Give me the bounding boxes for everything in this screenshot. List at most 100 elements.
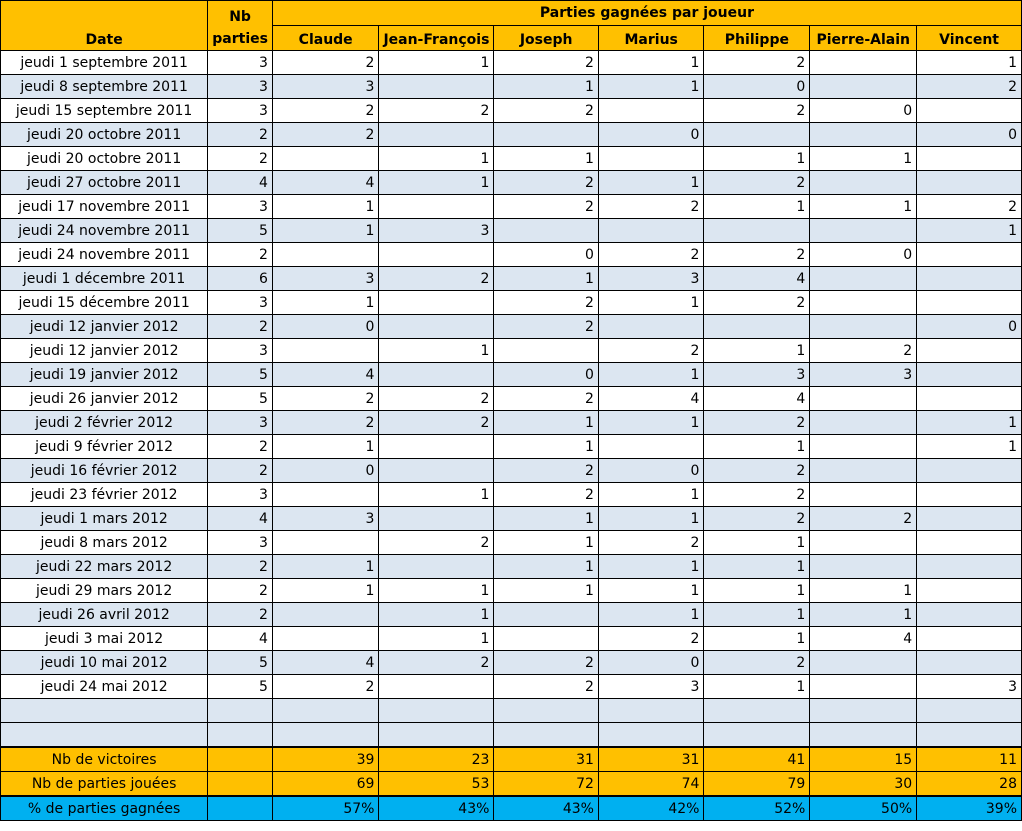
date-cell[interactable]: jeudi 26 avril 2012 <box>0 602 209 627</box>
score-cell[interactable]: 1 <box>597 506 705 531</box>
score-cell[interactable] <box>916 290 1022 315</box>
score-cell[interactable] <box>493 602 599 627</box>
score-cell[interactable]: 2 <box>703 458 811 483</box>
score-cell[interactable] <box>271 338 380 363</box>
score-cell[interactable]: 2 <box>271 98 380 123</box>
score-cell[interactable] <box>271 602 380 627</box>
score-cell[interactable] <box>809 122 918 147</box>
score-cell[interactable] <box>378 506 495 531</box>
victoires-cell[interactable]: 31 <box>493 746 599 772</box>
date-cell[interactable]: jeudi 24 novembre 2011 <box>0 242 209 267</box>
nb-parties-cell[interactable]: 3 <box>207 50 273 75</box>
score-cell[interactable] <box>809 386 918 411</box>
score-cell[interactable]: 1 <box>703 530 811 555</box>
score-cell[interactable]: 2 <box>703 410 811 435</box>
date-cell[interactable]: jeudi 22 mars 2012 <box>0 554 209 579</box>
nb-parties-cell[interactable]: 4 <box>207 170 273 195</box>
victoires-cell[interactable]: 23 <box>378 746 495 772</box>
score-cell[interactable]: 0 <box>271 458 380 483</box>
nb-parties-cell[interactable]: 2 <box>207 314 273 339</box>
score-cell[interactable] <box>916 170 1022 195</box>
empty-cell[interactable] <box>0 722 209 748</box>
nb-parties-cell[interactable]: 2 <box>207 146 273 171</box>
score-cell[interactable] <box>916 506 1022 531</box>
score-cell[interactable]: 1 <box>597 482 705 507</box>
nb-parties-cell[interactable]: 3 <box>207 338 273 363</box>
score-cell[interactable] <box>809 458 918 483</box>
score-cell[interactable]: 0 <box>493 242 599 267</box>
score-cell[interactable] <box>378 362 495 387</box>
score-cell[interactable]: 3 <box>271 266 380 291</box>
date-cell[interactable]: jeudi 20 octobre 2011 <box>0 146 209 171</box>
score-cell[interactable]: 2 <box>378 410 495 435</box>
score-cell[interactable]: 0 <box>597 458 705 483</box>
date-cell[interactable]: jeudi 24 novembre 2011 <box>0 218 209 243</box>
parties-jouees-label[interactable]: Nb de parties jouées <box>0 771 209 797</box>
score-cell[interactable]: 4 <box>271 170 380 195</box>
score-cell[interactable]: 0 <box>916 122 1022 147</box>
score-cell[interactable] <box>916 530 1022 555</box>
score-cell[interactable]: 2 <box>493 98 599 123</box>
date-cell[interactable]: jeudi 17 novembre 2011 <box>0 194 209 219</box>
date-cell[interactable]: jeudi 26 janvier 2012 <box>0 386 209 411</box>
score-cell[interactable] <box>378 122 495 147</box>
header-player[interactable]: Joseph <box>493 25 599 51</box>
score-cell[interactable]: 1 <box>493 410 599 435</box>
header-player[interactable]: Jean-François <box>378 25 495 51</box>
nb-parties-cell[interactable]: 3 <box>207 482 273 507</box>
date-cell[interactable]: jeudi 24 mai 2012 <box>0 674 209 699</box>
empty-cell[interactable] <box>271 722 380 748</box>
empty-cell[interactable] <box>597 698 705 723</box>
pourcentage-cell[interactable]: 43% <box>378 795 495 821</box>
score-cell[interactable] <box>916 458 1022 483</box>
score-cell[interactable]: 1 <box>378 338 495 363</box>
score-cell[interactable]: 1 <box>703 602 811 627</box>
score-cell[interactable] <box>493 218 599 243</box>
score-cell[interactable]: 2 <box>493 674 599 699</box>
parties-jouees-cell[interactable]: 74 <box>597 771 705 797</box>
score-cell[interactable]: 1 <box>703 338 811 363</box>
nb-parties-cell[interactable]: 5 <box>207 650 273 675</box>
score-cell[interactable]: 1 <box>493 554 599 579</box>
nb-parties-cell[interactable]: 5 <box>207 218 273 243</box>
empty-cell[interactable] <box>271 698 380 723</box>
score-cell[interactable]: 1 <box>809 578 918 603</box>
empty-cell[interactable] <box>809 722 918 748</box>
victoires-cell[interactable]: 15 <box>809 746 918 772</box>
score-cell[interactable]: 2 <box>703 290 811 315</box>
score-cell[interactable] <box>378 314 495 339</box>
date-cell[interactable]: jeudi 12 janvier 2012 <box>0 338 209 363</box>
score-cell[interactable] <box>597 434 705 459</box>
score-cell[interactable]: 2 <box>378 530 495 555</box>
empty-cell[interactable] <box>0 698 209 723</box>
pourcentage-label[interactable]: % de parties gagnées <box>0 795 209 821</box>
score-cell[interactable]: 1 <box>597 410 705 435</box>
score-cell[interactable]: 3 <box>378 218 495 243</box>
victoires-cell[interactable]: 11 <box>916 746 1022 772</box>
nb-parties-cell[interactable]: 2 <box>207 242 273 267</box>
date-cell[interactable]: jeudi 29 mars 2012 <box>0 578 209 603</box>
score-cell[interactable]: 1 <box>703 626 811 651</box>
score-cell[interactable]: 1 <box>271 434 380 459</box>
score-cell[interactable]: 1 <box>809 146 918 171</box>
score-cell[interactable]: 4 <box>597 386 705 411</box>
score-cell[interactable]: 3 <box>703 362 811 387</box>
empty-cell[interactable] <box>703 698 811 723</box>
header-player-group[interactable]: Parties gagnées par joueur <box>271 0 1022 26</box>
score-cell[interactable]: 1 <box>597 578 705 603</box>
score-cell[interactable]: 1 <box>493 266 599 291</box>
score-cell[interactable]: 1 <box>916 50 1022 75</box>
nb-parties-cell[interactable]: 2 <box>207 554 273 579</box>
score-cell[interactable]: 1 <box>597 602 705 627</box>
score-cell[interactable]: 2 <box>809 506 918 531</box>
score-cell[interactable]: 0 <box>703 74 811 99</box>
score-cell[interactable] <box>809 530 918 555</box>
score-cell[interactable]: 2 <box>378 98 495 123</box>
header-player[interactable]: Pierre-Alain <box>809 25 918 51</box>
empty-cell[interactable] <box>916 698 1022 723</box>
score-cell[interactable]: 1 <box>378 626 495 651</box>
empty-cell[interactable] <box>916 722 1022 748</box>
score-cell[interactable]: 2 <box>493 314 599 339</box>
parties-jouees-cell[interactable]: 53 <box>378 771 495 797</box>
empty-cell[interactable] <box>207 698 273 723</box>
